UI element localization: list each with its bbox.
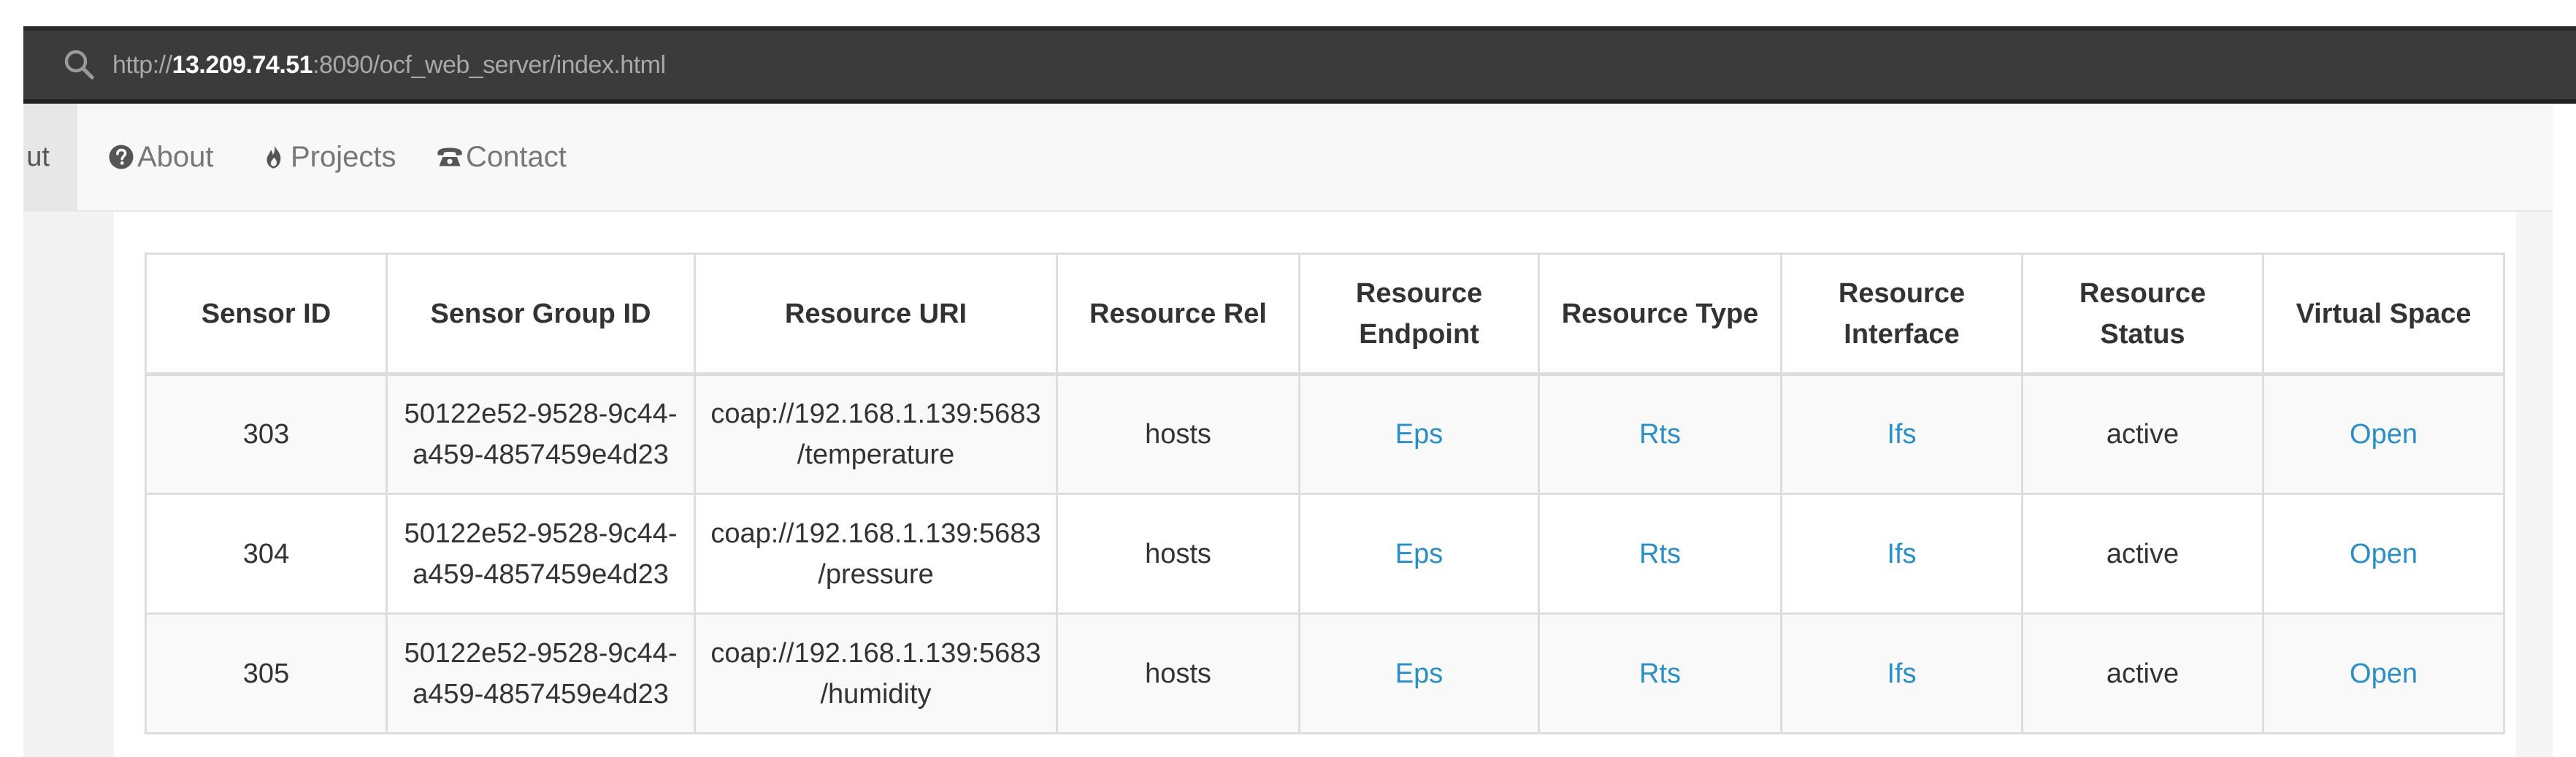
- header-sensor-group-id-label: Sensor Group ID: [430, 298, 651, 329]
- cell-group-id-line1: 50122e52-9528-9c44-: [404, 518, 678, 549]
- url-host: 13.209.74.51: [172, 51, 313, 79]
- cell-uri-line1: coap://192.168.1.139:5683: [710, 518, 1041, 549]
- cell-group-id-line2: a459-4857459e4d23: [413, 558, 669, 590]
- cell-resource-type: Rts: [1538, 493, 1782, 615]
- table-row: 304 50122e52-9528-9c44- a459-4857459e4d23…: [145, 493, 2505, 615]
- nav-item-contact-label: Contact: [466, 141, 567, 173]
- cell-uri-line2: /pressure: [818, 558, 934, 590]
- nav-item-projects-label: Projects: [291, 141, 396, 173]
- cell-resource-uri: coap://192.168.1.139:5683/humidity: [694, 612, 1058, 734]
- ifs-link[interactable]: Ifs: [1887, 539, 1916, 569]
- page: http://13.209.74.51:8090/ocf_web_server/…: [0, 0, 2576, 757]
- cell-uri-line1: coap://192.168.1.139:5683: [710, 399, 1041, 429]
- right-gutter: [2516, 212, 2553, 757]
- header-sensor-group-id: Sensor Group ID: [386, 253, 696, 376]
- cell-resource-uri: coap://192.168.1.139:5683/pressure: [694, 493, 1058, 615]
- cell-virtual-space: Open: [2262, 612, 2505, 734]
- fire-icon: [267, 145, 281, 169]
- cell-virtual-space: Open: [2262, 373, 2505, 495]
- cell-uri-line2: /humidity: [820, 678, 932, 710]
- open-link[interactable]: Open: [2350, 539, 2418, 569]
- navbar: ut About Projects Contact: [23, 104, 2553, 212]
- rts-link[interactable]: Rts: [1639, 539, 1681, 569]
- cell-virtual-space: Open: [2262, 493, 2505, 615]
- nav-item-about-label: About: [137, 141, 214, 173]
- header-virtual-space-label: Virtual Space: [2296, 298, 2472, 329]
- header-sensor-id-label: Sensor ID: [201, 298, 331, 329]
- cell-resource-endpoint: Eps: [1298, 612, 1540, 734]
- ifs-link[interactable]: Ifs: [1887, 419, 1916, 450]
- eps-link[interactable]: Eps: [1395, 539, 1443, 569]
- header-resource-status-line2: Status: [2100, 318, 2185, 350]
- table-header-row: Sensor ID Sensor Group ID Resource URI R…: [145, 253, 2505, 376]
- cell-resource-status: active: [2021, 373, 2264, 495]
- header-virtual-space: Virtual Space: [2262, 253, 2505, 376]
- nav-item-cut-off[interactable]: ut: [23, 104, 77, 210]
- cell-resource-type: Rts: [1538, 373, 1782, 495]
- cell-sensor-id: 303: [145, 373, 388, 495]
- cell-sensor-group-id: 50122e52-9528-9c44- a459-4857459e4d23: [386, 373, 696, 495]
- sensor-table: Sensor ID Sensor Group ID Resource URI R…: [145, 253, 2505, 734]
- cell-group-id-line2: a459-4857459e4d23: [413, 439, 669, 470]
- cell-group-id-line1: 50122e52-9528-9c44-: [404, 399, 678, 429]
- header-resource-rel: Resource Rel: [1056, 253, 1300, 376]
- cell-resource-rel: hosts: [1056, 373, 1300, 495]
- header-resource-interface: Resource Interface: [1780, 253, 2023, 376]
- rts-link[interactable]: Rts: [1639, 419, 1681, 450]
- cell-resource-rel: hosts: [1056, 493, 1300, 615]
- header-resource-type-label: Resource Type: [1561, 298, 1759, 329]
- phone-icon: [437, 147, 462, 166]
- cell-resource-endpoint: Eps: [1298, 493, 1540, 615]
- nav-item-about[interactable]: About: [108, 104, 214, 210]
- header-resource-type: Resource Type: [1538, 253, 1782, 376]
- header-resource-uri: Resource URI: [694, 253, 1058, 376]
- nav-item-cut-label: ut: [26, 142, 50, 172]
- eps-link[interactable]: Eps: [1395, 658, 1443, 689]
- header-resource-endpoint-line1: Resource: [1355, 277, 1483, 309]
- cell-resource-interface: Ifs: [1780, 373, 2023, 495]
- cell-sensor-group-id: 50122e52-9528-9c44- a459-4857459e4d23: [386, 493, 696, 615]
- header-resource-endpoint-line2: Endpoint: [1359, 318, 1479, 350]
- header-resource-uri-label: Resource URI: [784, 298, 967, 329]
- table-row: 305 50122e52-9528-9c44- a459-4857459e4d23…: [145, 612, 2505, 734]
- cell-resource-status: active: [2021, 493, 2264, 615]
- address-bar[interactable]: http://13.209.74.51:8090/ocf_web_server/…: [23, 26, 2576, 104]
- nav-item-projects[interactable]: Projects: [261, 104, 396, 210]
- question-circle-icon: [109, 145, 134, 169]
- cell-group-id-line1: 50122e52-9528-9c44-: [404, 637, 678, 669]
- cell-sensor-group-id: 50122e52-9528-9c44- a459-4857459e4d23: [386, 612, 696, 734]
- eps-link[interactable]: Eps: [1395, 419, 1443, 450]
- cell-resource-endpoint: Eps: [1298, 373, 1540, 495]
- search-icon: [64, 50, 94, 80]
- ifs-link[interactable]: Ifs: [1887, 658, 1916, 689]
- cell-resource-rel: hosts: [1056, 612, 1300, 734]
- cell-resource-uri: coap://192.168.1.139:5683/temperature: [694, 373, 1058, 495]
- header-resource-status: Resource Status: [2021, 253, 2264, 376]
- header-resource-interface-line1: Resource: [1838, 277, 1966, 309]
- left-gutter: [23, 212, 114, 757]
- url-path: :8090/ocf_web_server/index.html: [313, 51, 666, 79]
- header-resource-rel-label: Resource Rel: [1089, 298, 1267, 329]
- open-link[interactable]: Open: [2350, 419, 2418, 450]
- header-resource-endpoint: Resource Endpoint: [1298, 253, 1540, 376]
- cell-uri-line2: /temperature: [797, 439, 955, 470]
- cell-resource-interface: Ifs: [1780, 493, 2023, 615]
- cell-resource-type: Rts: [1538, 612, 1782, 734]
- header-resource-interface-line2: Interface: [1844, 318, 1960, 350]
- url-prefix: http://: [112, 51, 172, 79]
- open-link[interactable]: Open: [2350, 658, 2418, 689]
- cell-uri-line1: coap://192.168.1.139:5683: [710, 637, 1041, 669]
- header-resource-status-line1: Resource: [2079, 277, 2207, 309]
- cell-group-id-line2: a459-4857459e4d23: [413, 678, 669, 710]
- rts-link[interactable]: Rts: [1639, 658, 1681, 689]
- table-row: 303 50122e52-9528-9c44- a459-4857459e4d23…: [145, 373, 2505, 495]
- header-sensor-id: Sensor ID: [145, 253, 388, 376]
- cell-resource-interface: Ifs: [1780, 612, 2023, 734]
- cell-sensor-id: 305: [145, 612, 388, 734]
- cell-resource-status: active: [2021, 612, 2264, 734]
- cell-sensor-id: 304: [145, 493, 388, 615]
- url-text[interactable]: http://13.209.74.51:8090/ocf_web_server/…: [112, 31, 666, 99]
- nav-item-contact[interactable]: Contact: [437, 104, 567, 210]
